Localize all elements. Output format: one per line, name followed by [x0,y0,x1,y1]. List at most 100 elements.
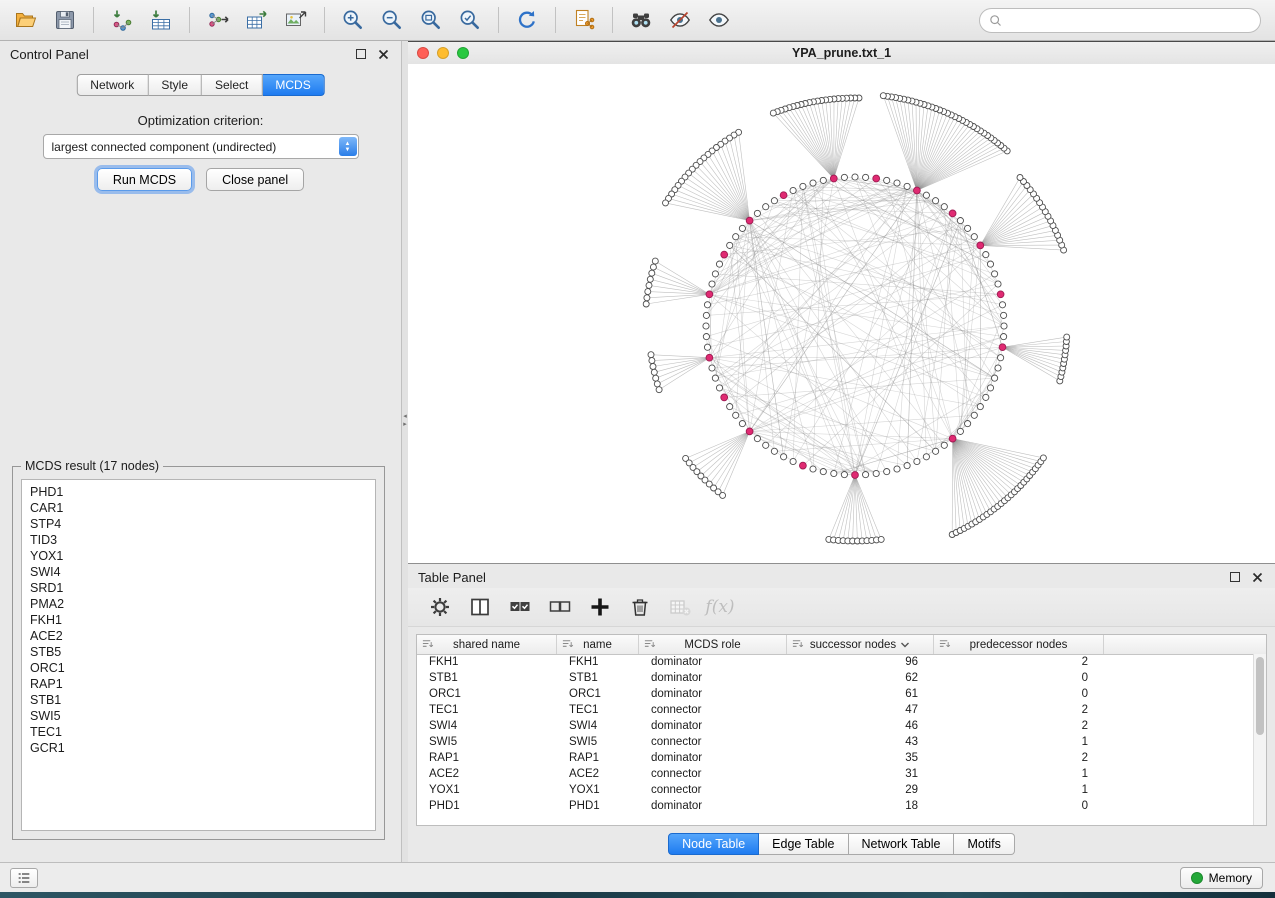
run-mcds-button[interactable]: Run MCDS [97,168,192,191]
tab-network-table[interactable]: Network Table [849,833,955,855]
column-header-name[interactable]: name [557,635,639,654]
mcds-result-item[interactable]: FKH1 [30,612,375,628]
select-stepper-icon: ▲▼ [339,137,357,156]
refresh-button[interactable] [509,4,545,36]
mcds-result-item[interactable]: GCR1 [30,740,375,756]
cell: ACE2 [417,768,557,780]
zoom-out-icon [380,8,404,32]
table-row[interactable]: STB1STB1dominator620 [417,670,1254,686]
float-table-panel-button[interactable] [1227,569,1243,585]
tab-node-table[interactable]: Node Table [668,833,759,855]
cell: 1 [934,768,1104,780]
search-input[interactable] [1007,13,1260,29]
memory-button[interactable]: Memory [1180,867,1263,889]
mcds-result-item[interactable]: SRD1 [30,580,375,596]
find-icon [629,8,653,32]
network-graph-svg[interactable] [408,64,1275,563]
mcds-result-item[interactable]: STB5 [30,644,375,660]
tab-motifs[interactable]: Motifs [954,833,1014,855]
tab-edge-table[interactable]: Edge Table [759,833,848,855]
delete-columns-button[interactable] [624,592,656,622]
mcds-result-item[interactable]: SWI5 [30,708,375,724]
column-header-predecessor-nodes[interactable]: predecessor nodes [934,635,1104,654]
settings-gear-button[interactable] [424,592,456,622]
export-table-button[interactable] [239,4,275,36]
zoom-in-button[interactable] [335,4,371,36]
close-panel-button[interactable] [375,46,391,62]
tab-style[interactable]: Style [148,74,202,96]
float-icon [356,49,366,59]
table-row[interactable]: PHD1PHD1dominator180 [417,798,1254,814]
table-row[interactable]: YOX1YOX1connector291 [417,782,1254,798]
zoom-fit-button[interactable] [413,4,449,36]
mcds-result-title: MCDS result (17 nodes) [21,459,163,473]
import-network-button[interactable] [104,4,140,36]
minimize-window-icon[interactable] [437,47,449,59]
network-canvas[interactable] [408,64,1275,563]
optimization-criterion-select[interactable]: largest connected component (undirected)… [43,134,359,159]
column-header-MCDS-role[interactable]: MCDS role [639,635,787,654]
cell: connector [639,704,787,716]
export-image-icon [284,8,308,32]
mcds-result-item[interactable]: STP4 [30,516,375,532]
mcds-result-item[interactable]: PHD1 [30,484,375,500]
mcds-result-item[interactable]: SWI4 [30,564,375,580]
show-all-button[interactable] [701,4,737,36]
cell: connector [639,768,787,780]
search-field[interactable] [979,8,1261,33]
export-image-button[interactable] [278,4,314,36]
mcds-result-list[interactable]: PHD1CAR1STP4TID3YOX1SWI4SRD1PMA2FKH1ACE2… [21,479,376,831]
close-panel-action-button[interactable]: Close panel [206,168,304,191]
mcds-result-item[interactable]: STB1 [30,692,375,708]
control-panel-tabs: NetworkStyleSelectMCDS [76,74,324,96]
vertical-scrollbar[interactable] [1253,654,1266,825]
mcds-result-item[interactable]: ACE2 [30,628,375,644]
network-window-titlebar[interactable]: YPA_prune.txt_1 [408,42,1275,65]
cell: 35 [787,752,934,764]
close-window-icon[interactable] [417,47,429,59]
open-file-button[interactable] [8,4,44,36]
table-row[interactable]: SWI4SWI4dominator462 [417,718,1254,734]
column-header-successor-nodes[interactable]: successor nodes [787,635,934,654]
hide-selected-button[interactable] [662,4,698,36]
table-row[interactable]: TEC1TEC1connector472 [417,702,1254,718]
clone-network-button[interactable] [566,4,602,36]
mcds-result-item[interactable]: PMA2 [30,596,375,612]
tab-network[interactable]: Network [76,74,148,96]
select-all-button[interactable] [504,592,536,622]
float-panel-button[interactable] [353,46,369,62]
mcds-result-item[interactable]: TEC1 [30,724,375,740]
scrollbar-thumb[interactable] [1256,657,1264,735]
deselect-all-button[interactable] [544,592,576,622]
add-column-button[interactable] [584,592,616,622]
save-button[interactable] [47,4,83,36]
table-row[interactable]: FKH1FKH1dominator962 [417,654,1254,670]
mcds-result-item[interactable]: ORC1 [30,660,375,676]
zoom-window-icon[interactable] [457,47,469,59]
table-row[interactable]: ORC1ORC1dominator610 [417,686,1254,702]
tab-mcds[interactable]: MCDS [262,74,324,96]
close-table-panel-button[interactable] [1249,569,1265,585]
mcds-result-item[interactable]: TID3 [30,532,375,548]
cell: 0 [934,672,1104,684]
mcds-result-item[interactable]: RAP1 [30,676,375,692]
table-row[interactable]: SWI5SWI5connector431 [417,734,1254,750]
table-row[interactable]: ACE2ACE2connector311 [417,766,1254,782]
table-row[interactable]: RAP1RAP1dominator352 [417,750,1254,766]
import-table-button[interactable] [143,4,179,36]
node-layer [643,93,1069,544]
tab-select[interactable]: Select [202,74,262,96]
zoom-out-button[interactable] [374,4,410,36]
show-panels-button[interactable] [10,868,38,888]
mcds-result-item[interactable]: YOX1 [30,548,375,564]
cell: SWI4 [417,720,557,732]
export-network-button[interactable] [200,4,236,36]
add-column-icon [588,595,612,619]
zoom-selected-button[interactable] [452,4,488,36]
find-button[interactable] [623,4,659,36]
cell: 0 [934,688,1104,700]
mcds-result-item[interactable]: CAR1 [30,500,375,516]
column-header-shared-name[interactable]: shared name [417,635,557,654]
table-panel-title: Table Panel [418,570,1221,585]
show-columns-button[interactable] [464,592,496,622]
